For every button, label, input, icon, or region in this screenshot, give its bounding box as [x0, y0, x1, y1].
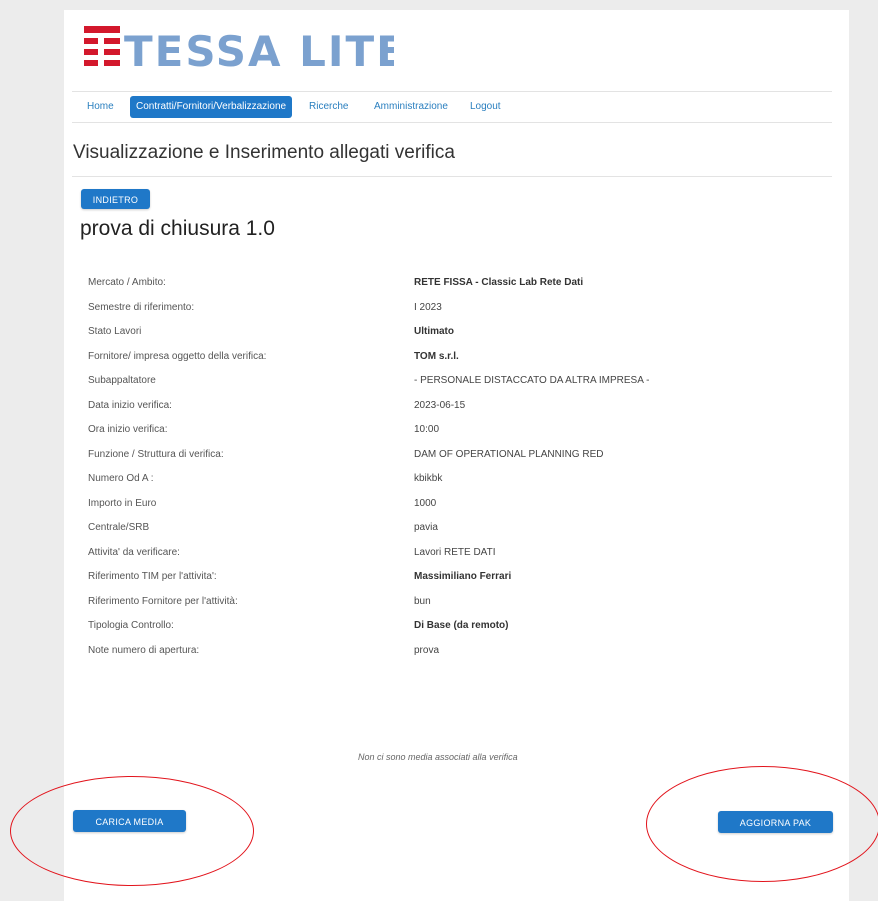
detail-label: Ora inizio verifica:: [88, 424, 168, 435]
no-media-note: Non ci sono media associati alla verific…: [358, 752, 518, 762]
detail-label: Riferimento TIM per l'attivita':: [88, 571, 217, 582]
detail-label: Data inizio verifica:: [88, 399, 172, 411]
detail-row: Note numero di apertura: prova: [88, 641, 708, 666]
detail-value: Massimiliano Ferrari: [414, 571, 512, 582]
verification-details: Mercato / Ambito: RETE FISSA - Classic La…: [88, 273, 708, 665]
detail-value: pavia: [414, 522, 438, 533]
detail-label: Centrale/SRB: [88, 522, 150, 533]
nav-ricerche[interactable]: Ricerche: [309, 97, 348, 117]
detail-value: Di Base (da remoto): [414, 620, 509, 631]
detail-value: I 2023: [414, 301, 442, 313]
detail-label: Mercato / Ambito:: [88, 277, 166, 288]
detail-label: Semestre di riferimento:: [88, 301, 195, 313]
detail-label: Numero Od A :: [88, 473, 154, 484]
main-navbar: Home Contratti/Fornitori/Verbalizzazione…: [72, 91, 832, 123]
detail-value: bun: [414, 595, 431, 607]
detail-value: Ultimato: [414, 326, 454, 337]
detail-row: Centrale/SRB pavia: [88, 518, 708, 543]
detail-row: Riferimento Fornitore per l'attività: bun: [88, 592, 708, 617]
record-title: prova di chiusura 1.0: [80, 217, 275, 240]
title-divider: [72, 176, 832, 177]
detail-row: Tipologia Controllo: Di Base (da remoto): [88, 616, 708, 641]
logo-text: TESSA LITE: [124, 27, 394, 72]
detail-row: Data inizio verifica: 2023-06-15: [88, 396, 708, 421]
detail-label: Attivita' da verificare:: [88, 546, 180, 558]
detail-label: Tipologia Controllo:: [88, 620, 174, 631]
detail-value: Lavori RETE DATI: [414, 546, 496, 558]
detail-label: Fornitore/ impresa oggetto della verific…: [88, 350, 267, 362]
highlight-circle-right: [646, 766, 878, 882]
nav-amministrazione[interactable]: Amministrazione: [374, 97, 448, 117]
detail-label: Subappaltatore: [88, 375, 156, 386]
detail-row: Semestre di riferimento: I 2023: [88, 298, 708, 323]
detail-row: Stato Lavori Ultimato: [88, 322, 708, 347]
detail-row: Ora inizio verifica: 10:00: [88, 420, 708, 445]
detail-row: Subappaltatore - PERSONALE DISTACCATO DA …: [88, 371, 708, 396]
detail-row: Riferimento TIM per l'attivita': Massimil…: [88, 567, 708, 592]
detail-value: RETE FISSA - Classic Lab Rete Dati: [414, 277, 584, 288]
detail-label: Funzione / Struttura di verifica:: [88, 448, 224, 460]
detail-label: Stato Lavori: [88, 326, 142, 337]
detail-value: 1000: [414, 497, 437, 509]
detail-label: Note numero di apertura:: [88, 644, 200, 656]
nav-home[interactable]: Home: [87, 97, 114, 117]
back-button[interactable]: INDIETRO: [81, 189, 150, 209]
detail-label: Riferimento Fornitore per l'attività:: [88, 595, 238, 607]
nav-logout[interactable]: Logout: [470, 97, 501, 117]
detail-row: Importo in Euro 1000: [88, 494, 708, 519]
nav-contratti-fornitori[interactable]: Contratti/Fornitori/Verbalizzazione: [130, 96, 293, 118]
detail-label: Importo in Euro: [88, 497, 157, 509]
highlight-circle-left: [10, 776, 254, 886]
detail-value: kbikbk: [414, 473, 443, 484]
detail-row: Attivita' da verificare: Lavori RETE DATI: [88, 543, 708, 568]
detail-row: Mercato / Ambito: RETE FISSA - Classic La…: [88, 273, 708, 298]
detail-value: - PERSONALE DISTACCATO DA ALTRA IMPRESA …: [414, 375, 650, 386]
detail-value: DAM OF OPERATIONAL PLANNING RED: [414, 448, 604, 460]
detail-value: 10:00: [414, 424, 440, 435]
page-title: Visualizzazione e Inserimento allegati v…: [73, 142, 455, 163]
detail-row: Fornitore/ impresa oggetto della verific…: [88, 347, 708, 372]
detail-value: prova: [414, 644, 440, 656]
tessa-lite-logo: TESSA LITE: [84, 26, 394, 72]
detail-row: Funzione / Struttura di verifica: DAM OF …: [88, 445, 708, 470]
detail-value: 2023-06-15: [414, 399, 466, 411]
detail-value: TOM s.r.l.: [414, 350, 459, 362]
detail-row: Numero Od A : kbikbk: [88, 469, 708, 494]
